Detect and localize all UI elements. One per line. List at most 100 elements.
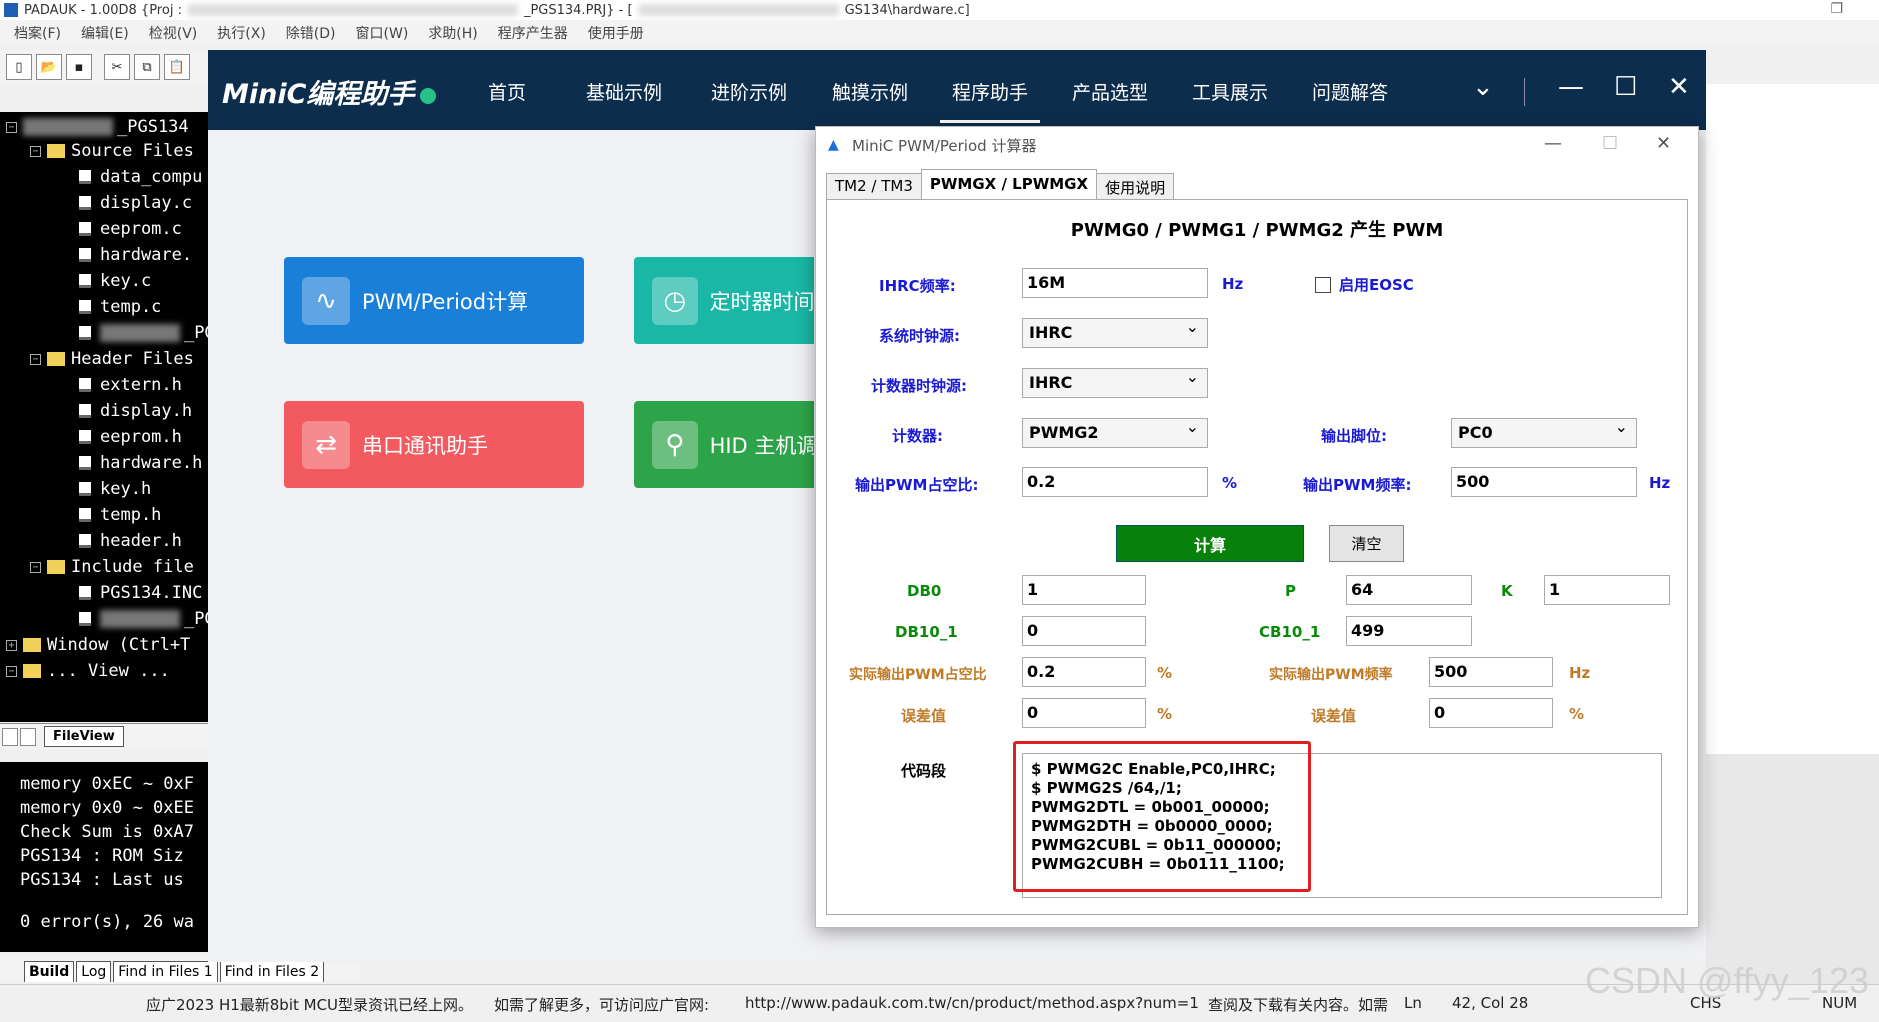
menu-edit[interactable]: 编辑(E) — [81, 23, 129, 43]
ihrc-freq-input[interactable]: 16M — [1022, 268, 1208, 298]
tree-window-item[interactable]: + Window (Ctrl+T — [6, 632, 190, 658]
minimize-icon[interactable]: — — [1558, 72, 1584, 102]
tab-tm2-tm3[interactable]: TM2 / TM3 — [826, 173, 922, 199]
chevron-down-icon[interactable]: ⌄ — [1472, 72, 1494, 102]
nav-home[interactable]: 首页 — [488, 78, 526, 105]
dialog-tabs: TM2 / TM3 PWMGX / LPWMGX 使用说明 — [826, 168, 1175, 199]
tree-file[interactable]: temp.h — [78, 502, 161, 528]
tree-folder-header[interactable]: − Header Files — [30, 346, 194, 372]
dialog-minimize-icon[interactable]: — — [1544, 133, 1562, 154]
clock-icon: ◷ — [652, 276, 698, 325]
sysclk-select[interactable]: IHRC — [1022, 317, 1208, 348]
editor-background — [1706, 84, 1879, 754]
tree-file[interactable]: eeprom.c — [78, 216, 182, 242]
card-serial-assistant[interactable]: ⇄ 串口通讯助手 — [284, 401, 584, 488]
tree-file[interactable]: data_compu — [78, 164, 202, 190]
scroll-right-icon[interactable] — [20, 727, 36, 746]
tree-file[interactable]: display.c — [78, 190, 192, 216]
output-line: Check Sum is 0xA7 — [20, 822, 194, 842]
actual-freq-output: 500 — [1429, 657, 1553, 687]
card-timer[interactable]: ◷定时器时间计 — [634, 257, 814, 344]
actual-duty-output: 0.2 — [1022, 657, 1146, 687]
tab-build[interactable]: Build — [24, 961, 75, 982]
nav-basic-examples[interactable]: 基础示例 — [586, 78, 662, 105]
tree-file[interactable]: extern.h — [78, 372, 182, 398]
freq-input[interactable]: 500 — [1451, 467, 1637, 497]
tree-root[interactable]: − _PGS134 — [6, 114, 189, 140]
file-icon — [78, 247, 92, 263]
close-icon[interactable]: ✕ — [1668, 72, 1690, 102]
clear-button[interactable]: 清空 — [1329, 525, 1404, 562]
file-icon — [78, 429, 92, 445]
actual-duty-unit: % — [1157, 664, 1173, 682]
nav-program-helper[interactable]: 程序助手 — [939, 78, 1041, 123]
nav-faq[interactable]: 问题解答 — [1312, 78, 1388, 105]
duty-input[interactable]: 0.2 — [1022, 467, 1208, 497]
eosc-label: 启用EOSC — [1339, 276, 1414, 294]
nav-product-selection[interactable]: 产品选型 — [1072, 78, 1148, 105]
tree-file[interactable]: _PG — [78, 606, 208, 632]
file-icon — [78, 169, 92, 185]
tab-find-in-files-2[interactable]: Find in Files 2 — [219, 961, 325, 982]
folder-icon — [47, 560, 65, 574]
tree-file[interactable]: key.h — [78, 476, 151, 502]
menu-view[interactable]: 检视(V) — [149, 23, 198, 43]
card-hid-host[interactable]: ⚲ HID 主机调 — [634, 401, 814, 488]
ihrc-label: IHRC频率: — [879, 277, 956, 295]
folder-icon — [23, 638, 41, 652]
tree-file[interactable]: header.h — [78, 528, 182, 554]
restore-window-icon[interactable]: ❐ — [1830, 1, 1843, 17]
paste-icon[interactable]: 📋 — [164, 54, 190, 80]
copy-icon[interactable]: ⧉ — [134, 54, 160, 80]
menu-manual[interactable]: 使用手册 — [588, 23, 644, 43]
menu-code-generator[interactable]: 程序产生器 — [498, 23, 568, 43]
counter-select[interactable]: PWMG2 — [1022, 417, 1208, 448]
eosc-checkbox[interactable] — [1315, 277, 1331, 293]
output-pin-select[interactable]: PC0 — [1451, 417, 1637, 448]
tree-folder-include[interactable]: − Include file — [30, 554, 194, 580]
cut-icon[interactable]: ✂ — [104, 54, 130, 80]
tree-file[interactable]: display.h — [78, 398, 192, 424]
tree-view-item[interactable]: −... View ... — [6, 658, 170, 684]
menu-file[interactable]: 档案(F) — [14, 23, 61, 43]
maximize-icon[interactable]: ☐ — [1614, 72, 1637, 102]
actual-freq-unit: Hz — [1569, 664, 1591, 682]
scroll-left-icon[interactable] — [2, 727, 18, 746]
tab-usage[interactable]: 使用说明 — [1096, 173, 1175, 199]
ihrc-unit: Hz — [1222, 275, 1244, 293]
dialog-close-icon[interactable]: ✕ — [1656, 133, 1671, 154]
tab-pwmgx[interactable]: PWMGX / LPWMGX — [920, 168, 1098, 199]
menu-window[interactable]: 窗口(W) — [356, 23, 409, 43]
menu-help[interactable]: 求助(H) — [428, 23, 477, 43]
tree-file[interactable]: PGS134.INC — [78, 580, 202, 606]
card-pwm-period[interactable]: ∿ PWM/Period计算 — [284, 257, 584, 344]
save-icon[interactable]: ▪ — [66, 54, 92, 80]
tree-file[interactable]: _PG — [78, 320, 208, 346]
open-folder-icon[interactable]: 📂 — [36, 54, 62, 80]
tree-file[interactable]: eeprom.h — [78, 424, 182, 450]
tree-folder-source[interactable]: − Source Files — [30, 138, 194, 164]
calculate-button[interactable]: 计算 — [1116, 525, 1304, 562]
nav-touch-examples[interactable]: 触摸示例 — [832, 78, 908, 105]
menu-execute[interactable]: 执行(X) — [217, 23, 266, 43]
status-message-2: 如需了解更多，可访问应广官网: — [494, 996, 710, 1014]
db0-output: 1 — [1022, 575, 1146, 605]
file-icon — [78, 611, 92, 627]
tab-find-in-files-1[interactable]: Find in Files 1 — [113, 961, 218, 982]
nav-advanced-examples[interactable]: 进阶示例 — [711, 78, 787, 105]
tree-file[interactable]: temp.c — [78, 294, 161, 320]
tree-file[interactable]: hardware. — [78, 242, 192, 268]
counter-label: 计数器: — [892, 427, 943, 445]
tree-file[interactable]: hardware.h — [78, 450, 202, 476]
pwmgx-panel: PWMG0 / PWMG1 / PWMG2 产生 PWM IHRC频率: 16M… — [826, 199, 1688, 915]
nav-tools[interactable]: 工具展示 — [1192, 78, 1268, 105]
tab-fileview[interactable]: FileView — [44, 726, 124, 747]
red-highlight-box — [1013, 741, 1311, 892]
tree-file[interactable]: key.c — [78, 268, 151, 294]
file-icon — [78, 273, 92, 289]
tab-log[interactable]: Log — [76, 961, 112, 982]
counter-clock-select[interactable]: IHRC — [1022, 367, 1208, 398]
menu-debug[interactable]: 除错(D) — [286, 23, 336, 43]
new-file-icon[interactable]: ▯ — [6, 54, 32, 80]
editor-gray-area — [1706, 754, 1879, 984]
